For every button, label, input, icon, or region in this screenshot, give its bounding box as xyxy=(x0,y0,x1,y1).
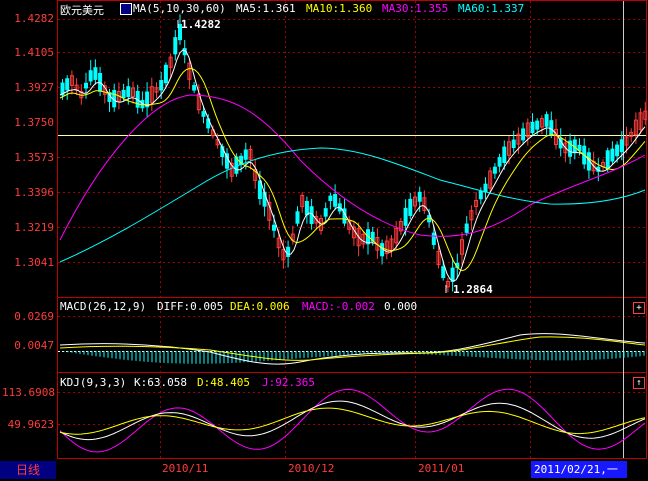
candle-body xyxy=(511,139,516,149)
cursor-date-readout: 2011/02/21,一 xyxy=(531,461,627,478)
kdj-title: KDJ(9,3,3) xyxy=(60,376,127,389)
candlestick-chart[interactable] xyxy=(0,0,648,481)
candle-body xyxy=(530,121,535,134)
candle-body xyxy=(610,148,615,162)
macd-y-tick: 0.0047 xyxy=(14,339,54,352)
y-tick: 1.3927 xyxy=(14,81,54,94)
candle-body xyxy=(605,150,610,170)
low-marker: 1.2864 xyxy=(453,283,493,296)
candle-body xyxy=(323,208,328,217)
ma60-line xyxy=(59,147,646,263)
candle-body xyxy=(492,166,497,174)
candle-body xyxy=(286,246,291,257)
candle-body xyxy=(88,70,93,82)
candle-body xyxy=(243,149,248,160)
kdj-k-line xyxy=(59,400,646,441)
candle-body xyxy=(121,89,126,99)
candle-body xyxy=(304,200,309,216)
candle-body xyxy=(497,157,502,167)
candle-body xyxy=(403,207,408,226)
candle-body xyxy=(126,86,131,97)
candle-body xyxy=(201,111,206,117)
y-tick: 1.3396 xyxy=(14,186,54,199)
y-tick: 1.3573 xyxy=(14,151,54,164)
expand-icon[interactable]: + xyxy=(633,302,645,314)
candle-body xyxy=(328,195,333,201)
macd-zero: 0.000 xyxy=(384,300,418,313)
ma5-value: MA5:1.361 xyxy=(236,2,296,15)
macd-value: MACD:-0.002 xyxy=(302,300,375,313)
candle-body xyxy=(417,191,422,202)
kdj-y-tick: 113.6908 xyxy=(2,386,55,399)
macd-dea: DEA:0.006 xyxy=(230,300,290,313)
macd-y-tick: 0.0269 xyxy=(14,310,54,323)
x-date-label: 2011/01 xyxy=(418,462,465,475)
ma-indicator-icon[interactable] xyxy=(120,3,132,15)
candle-body xyxy=(408,198,413,216)
candle-body xyxy=(441,266,446,279)
y-tick: 1.4282 xyxy=(14,12,54,25)
kdj-d: D:48.405 xyxy=(197,376,250,389)
candle-body xyxy=(65,78,70,91)
candle-body xyxy=(615,144,620,157)
x-date-label: 2010/12 xyxy=(288,462,335,475)
kdj-k: K:63.058 xyxy=(134,376,187,389)
kdj-j-line xyxy=(59,388,646,453)
candle-body xyxy=(464,223,469,233)
candle-body xyxy=(619,139,624,153)
y-tick: 1.3041 xyxy=(14,256,54,269)
y-tick: 1.3219 xyxy=(14,221,54,234)
ma60-value: MA60:1.337 xyxy=(458,2,525,15)
candle-body xyxy=(483,183,488,193)
ma10-value: MA10:1.360 xyxy=(306,2,373,15)
y-tick: 1.4105 xyxy=(14,46,54,59)
candle-body xyxy=(84,82,88,89)
candle-body xyxy=(159,80,164,91)
macd-diff: DIFF:0.005 xyxy=(157,300,224,313)
kdj-j: J:92.365 xyxy=(262,376,315,389)
period-tab-daily[interactable]: 日线 xyxy=(0,461,56,479)
candle-body xyxy=(192,85,197,91)
candle-body xyxy=(478,190,483,200)
kdj-y-tick: 49.9623 xyxy=(7,418,54,431)
ma5-line xyxy=(59,49,646,282)
ma30-value: MA30:1.355 xyxy=(382,2,449,15)
ma-params: MA(5,10,30,60) xyxy=(133,2,226,15)
symbol-title: 欧元美元 xyxy=(60,4,104,17)
expand-icon[interactable]: ↑ xyxy=(633,377,645,389)
candle-body xyxy=(163,64,168,84)
y-tick: 1.3750 xyxy=(14,116,54,129)
candle-body xyxy=(544,114,549,127)
candle-body xyxy=(535,120,540,130)
candle-body xyxy=(93,67,98,80)
macd-title: MACD(26,12,9) xyxy=(60,300,147,313)
candle-body xyxy=(272,224,276,231)
candle-body xyxy=(521,128,526,141)
candle-body xyxy=(295,211,300,224)
candle-body xyxy=(549,120,554,136)
candle-body xyxy=(173,37,178,55)
candle-body xyxy=(502,146,507,164)
x-date-label: 2010/11 xyxy=(162,462,209,475)
candle-body xyxy=(333,194,338,207)
high-marker: 1.4282 xyxy=(181,18,221,31)
candle-body xyxy=(431,232,436,245)
ma30-line xyxy=(59,94,646,241)
